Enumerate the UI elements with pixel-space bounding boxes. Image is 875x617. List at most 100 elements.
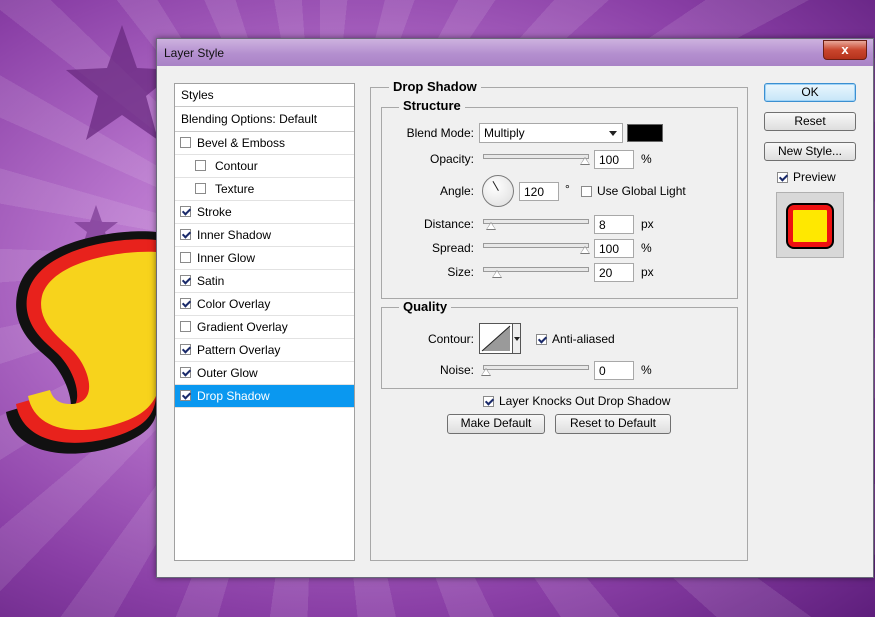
size-slider[interactable] xyxy=(483,267,589,278)
opacity-input[interactable]: 100 xyxy=(594,150,634,169)
size-unit: px xyxy=(641,265,654,279)
preview-label[interactable]: Preview xyxy=(793,170,836,184)
contour-checkbox[interactable] xyxy=(195,160,206,171)
reset-button[interactable]: Reset xyxy=(764,112,856,131)
style-item-inner-shadow[interactable]: Inner Shadow xyxy=(175,224,354,247)
make-default-button[interactable]: Make Default xyxy=(447,414,545,434)
drop-shadow-title: Drop Shadow xyxy=(389,79,481,94)
style-item-label: Drop Shadow xyxy=(197,389,270,403)
close-button[interactable]: x xyxy=(823,40,867,60)
layer-knocks-out-checkbox[interactable] xyxy=(483,396,494,407)
blending-options-item[interactable]: Blending Options: Default xyxy=(175,107,354,132)
contour-dropdown-button[interactable] xyxy=(512,323,521,354)
angle-input[interactable]: 120 xyxy=(519,182,559,201)
noise-unit: % xyxy=(641,363,652,377)
style-item-satin[interactable]: Satin xyxy=(175,270,354,293)
contour-label: Contour: xyxy=(427,332,474,346)
style-item-pattern-overlay[interactable]: Pattern Overlay xyxy=(175,339,354,362)
style-item-inner-glow[interactable]: Inner Glow xyxy=(175,247,354,270)
angle-dial[interactable] xyxy=(482,175,514,207)
spread-unit: % xyxy=(641,241,652,255)
spread-label: Spread: xyxy=(431,241,474,255)
style-item-label: Stroke xyxy=(197,205,232,219)
distance-unit: px xyxy=(641,217,654,231)
anti-aliased-checkbox[interactable] xyxy=(536,334,547,345)
size-input[interactable]: 20 xyxy=(594,263,634,282)
opacity-label: Opacity: xyxy=(429,152,474,166)
ok-button[interactable]: OK xyxy=(764,83,856,102)
anti-aliased-label[interactable]: Anti-aliased xyxy=(552,332,615,346)
window-title: Layer Style xyxy=(164,46,225,60)
style-item-label: Inner Glow xyxy=(197,251,256,265)
style-item-contour[interactable]: Contour xyxy=(175,155,354,178)
size-label: Size: xyxy=(447,265,474,279)
distance-label: Distance: xyxy=(423,217,474,231)
style-item-color-overlay[interactable]: Color Overlay xyxy=(175,293,354,316)
noise-label: Noise: xyxy=(439,363,474,377)
blend-mode-label: Blend Mode: xyxy=(406,126,474,140)
new-style-button[interactable]: New Style... xyxy=(764,142,856,161)
blend-mode-select[interactable]: Multiply xyxy=(479,123,623,143)
styles-header[interactable]: Styles xyxy=(175,84,354,107)
stroke-checkbox[interactable] xyxy=(180,206,191,217)
size-slider-thumb[interactable] xyxy=(492,270,502,278)
spread-slider[interactable] xyxy=(483,243,590,254)
inner-glow-checkbox[interactable] xyxy=(180,252,191,263)
title-bar[interactable]: Layer Style x xyxy=(157,39,873,66)
style-item-label: Gradient Overlay xyxy=(197,320,288,334)
use-global-light-checkbox[interactable] xyxy=(581,186,592,197)
angle-unit: ° xyxy=(565,182,570,196)
noise-input[interactable]: 0 xyxy=(594,361,634,380)
inner-shadow-checkbox[interactable] xyxy=(180,229,191,240)
contour-picker[interactable] xyxy=(479,323,513,354)
distance-slider[interactable] xyxy=(483,219,589,230)
style-item-label: Inner Shadow xyxy=(197,228,272,242)
angle-needle-icon xyxy=(492,180,499,191)
opacity-slider[interactable] xyxy=(483,154,590,165)
color-overlay-checkbox[interactable] xyxy=(180,298,191,309)
distance-slider-thumb[interactable] xyxy=(486,222,496,230)
style-item-label: Bevel & Emboss xyxy=(197,136,286,150)
opacity-slider-thumb[interactable] xyxy=(580,157,590,165)
noise-slider[interactable] xyxy=(481,365,589,376)
structure-title: Structure xyxy=(399,98,465,113)
style-item-label: Pattern Overlay xyxy=(197,343,281,357)
style-item-bevel-emboss[interactable]: Bevel & Emboss xyxy=(175,132,354,155)
gradient-overlay-checkbox[interactable] xyxy=(180,321,191,332)
style-item-label: Texture xyxy=(215,182,255,196)
shadow-color-swatch[interactable] xyxy=(627,124,663,142)
blend-mode-value: Multiply xyxy=(484,126,525,140)
angle-label: Angle: xyxy=(439,184,474,198)
pattern-overlay-checkbox[interactable] xyxy=(180,344,191,355)
preview-checkbox[interactable] xyxy=(777,172,788,183)
styles-list: Styles Blending Options: Default Bevel &… xyxy=(174,83,355,561)
spread-input[interactable]: 100 xyxy=(594,239,634,258)
reset-to-default-button[interactable]: Reset to Default xyxy=(555,414,671,434)
style-item-label: Color Overlay xyxy=(197,297,271,311)
drop-shadow-checkbox[interactable] xyxy=(180,390,191,401)
contour-curve-icon xyxy=(481,325,511,352)
opacity-unit: % xyxy=(641,152,652,166)
style-item-drop-shadow[interactable]: Drop Shadow xyxy=(175,385,354,408)
outer-glow-checkbox[interactable] xyxy=(180,367,191,378)
texture-checkbox[interactable] xyxy=(195,183,206,194)
style-item-label: Outer Glow xyxy=(197,366,258,380)
style-item-gradient-overlay[interactable]: Gradient Overlay xyxy=(175,316,354,339)
use-global-light-label[interactable]: Use Global Light xyxy=(597,184,686,198)
style-preview xyxy=(776,192,844,258)
style-item-texture[interactable]: Texture xyxy=(175,178,354,201)
quality-title: Quality xyxy=(399,299,452,314)
layer-knocks-out-label[interactable]: Layer Knocks Out Drop Shadow xyxy=(499,394,670,408)
style-item-outer-glow[interactable]: Outer Glow xyxy=(175,362,354,385)
bevel-emboss-checkbox[interactable] xyxy=(180,137,191,148)
chevron-down-icon xyxy=(514,337,520,341)
spread-slider-thumb[interactable] xyxy=(580,246,590,254)
satin-checkbox[interactable] xyxy=(180,275,191,286)
layer-style-dialog: Layer Style x Styles Blending Options: D… xyxy=(156,38,874,578)
distance-input[interactable]: 8 xyxy=(594,215,634,234)
style-item-label: Satin xyxy=(197,274,225,288)
style-item-stroke[interactable]: Stroke xyxy=(175,201,354,224)
preview-swatch xyxy=(788,205,832,247)
style-item-label: Contour xyxy=(215,159,258,173)
noise-slider-thumb[interactable] xyxy=(481,368,491,376)
